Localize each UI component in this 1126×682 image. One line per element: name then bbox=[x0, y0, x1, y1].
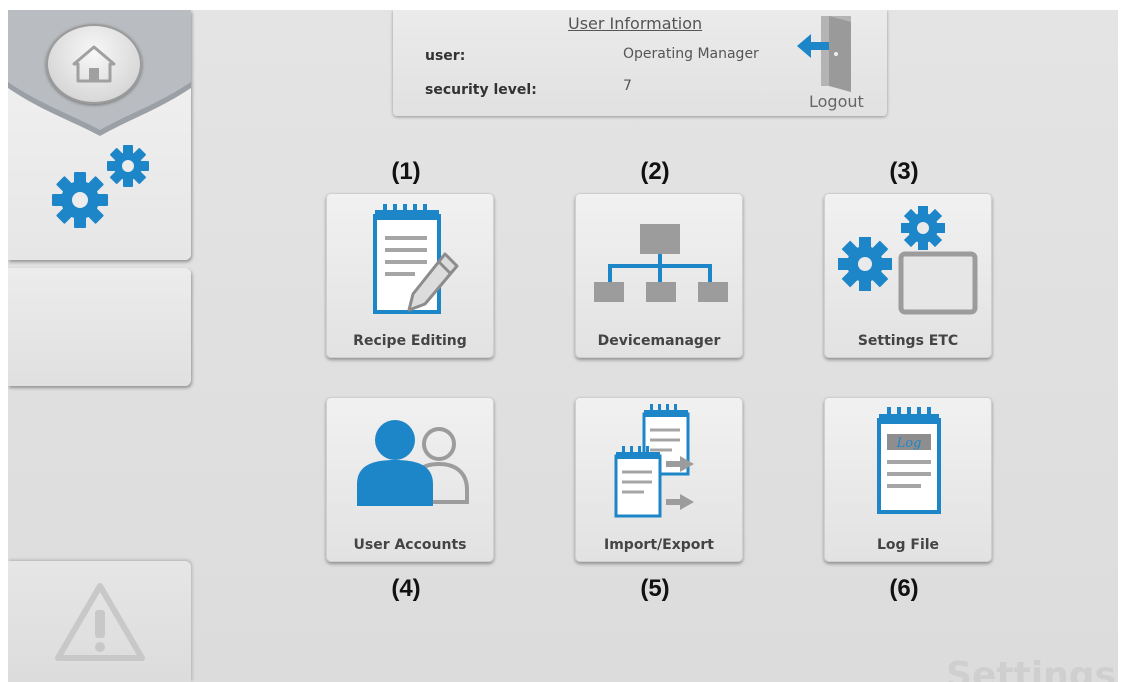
settings-screen: User Information user: Operating Manager… bbox=[8, 10, 1118, 682]
alarm-button[interactable] bbox=[8, 561, 191, 682]
logout-door-icon bbox=[797, 16, 851, 92]
recipe-editing-tile[interactable]: Recipe Editing bbox=[326, 193, 494, 358]
user-information-panel: User Information user: Operating Manager… bbox=[393, 10, 887, 116]
tile-number-1: (1) bbox=[391, 158, 421, 185]
log-file-label: Log File bbox=[876, 537, 940, 553]
home-icon bbox=[72, 45, 116, 83]
import-export-icon bbox=[614, 404, 694, 518]
logout-label: Logout bbox=[809, 92, 864, 111]
recipe-editing-label: Recipe Editing bbox=[353, 333, 467, 349]
log-icon-text: Log bbox=[896, 436, 922, 451]
import-export-tile[interactable]: Import/Export bbox=[575, 397, 743, 562]
user-accounts-icon bbox=[357, 420, 469, 506]
user-accounts-tile[interactable]: User Accounts bbox=[326, 397, 494, 562]
tile-number-2: (2) bbox=[640, 158, 670, 185]
user-accounts-label: User Accounts bbox=[353, 537, 467, 553]
log-file-tile[interactable]: Log Log File bbox=[824, 397, 992, 562]
tile-number-3: (3) bbox=[889, 158, 919, 185]
user-label: user: bbox=[425, 48, 466, 64]
import-export-label: Import/Export bbox=[604, 537, 714, 553]
tile-number-5: (5) bbox=[640, 575, 670, 602]
warning-triangle-icon bbox=[54, 582, 145, 661]
sidebar-top-panel bbox=[8, 10, 191, 260]
devicemanager-label: Devicemanager bbox=[597, 333, 721, 349]
tile-number-4: (4) bbox=[391, 575, 421, 602]
user-information-title: User Information bbox=[568, 14, 703, 33]
security-level-value: 7 bbox=[623, 78, 632, 94]
page-watermark: Settings bbox=[946, 655, 1116, 682]
security-level-label: security level: bbox=[425, 82, 537, 98]
logout-button[interactable]: Logout bbox=[793, 12, 883, 114]
recipe-notepad-icon bbox=[373, 204, 459, 314]
devicemanager-tile[interactable]: Devicemanager bbox=[575, 193, 743, 358]
user-value: Operating Manager bbox=[623, 46, 759, 62]
settings-etc-label: Settings ETC bbox=[857, 333, 959, 349]
log-file-icon: Log bbox=[877, 407, 941, 514]
settings-monitor-icon bbox=[838, 206, 978, 315]
sidebar-empty-button[interactable] bbox=[8, 268, 191, 386]
home-button[interactable] bbox=[46, 24, 142, 104]
settings-etc-tile[interactable]: Settings ETC bbox=[824, 193, 992, 358]
settings-gears-icon[interactable] bbox=[44, 140, 164, 240]
device-tree-icon bbox=[594, 224, 728, 302]
tile-number-6: (6) bbox=[889, 575, 919, 602]
